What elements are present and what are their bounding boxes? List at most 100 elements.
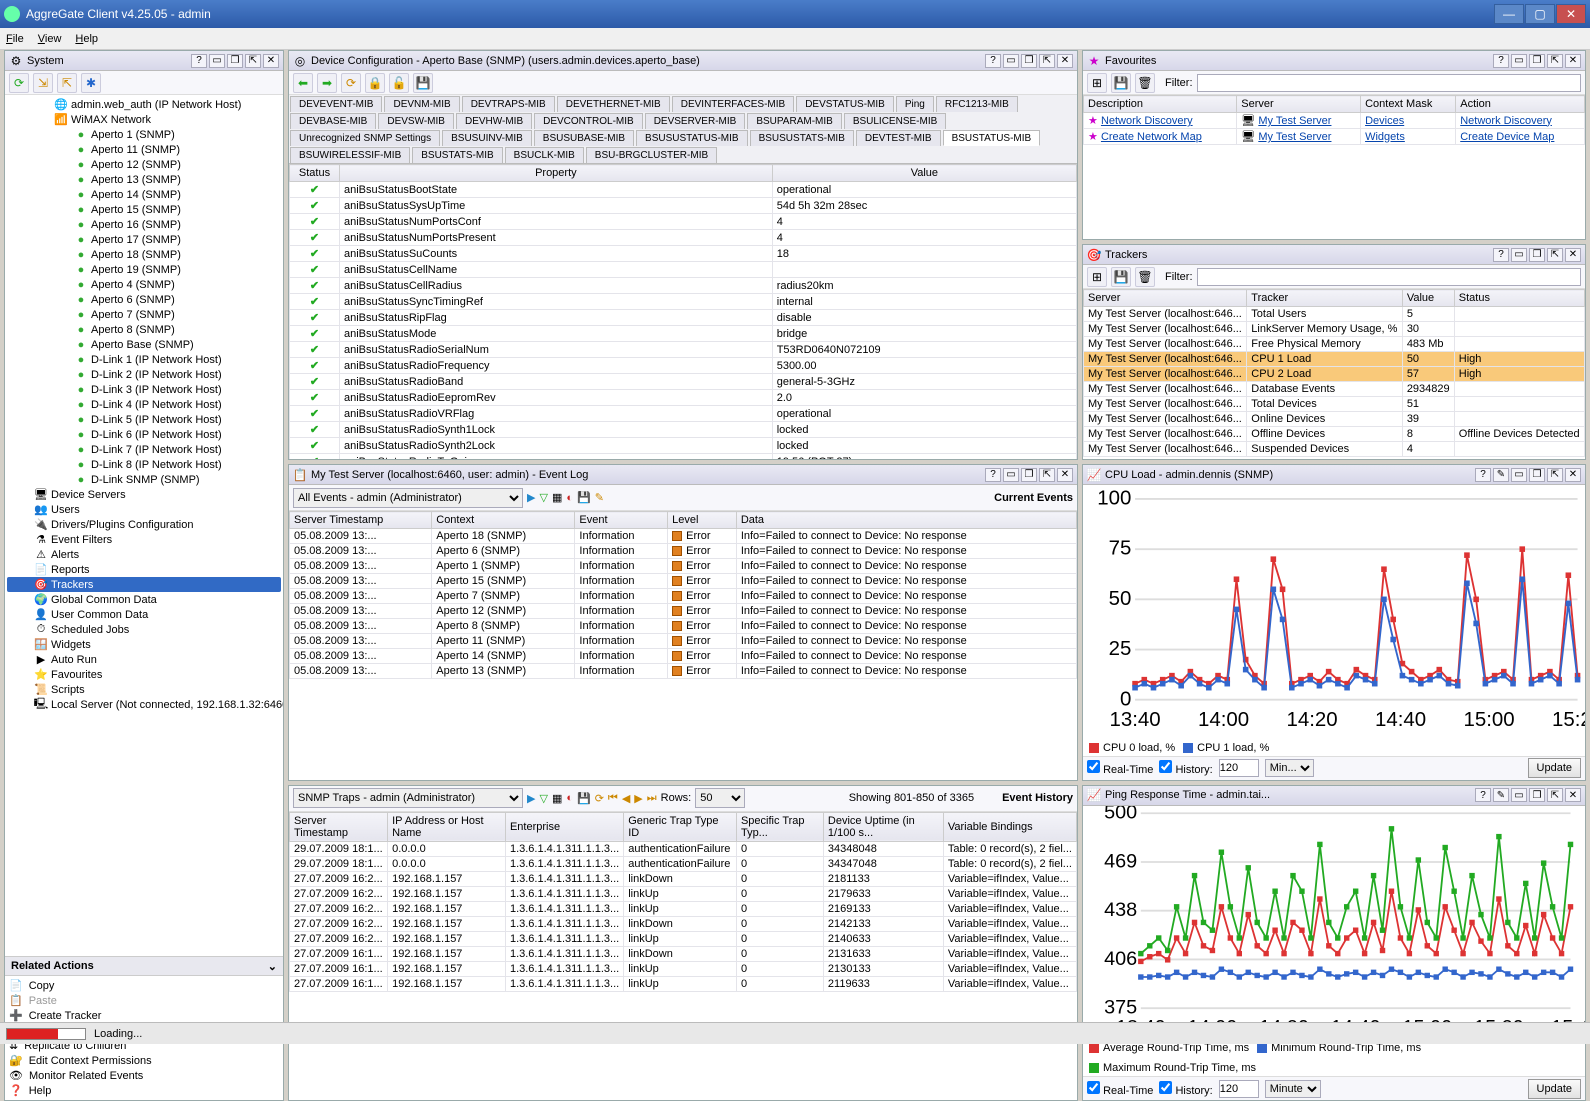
table-row[interactable]: 05.08.2009 13:...Aperto 18 (SNMP)Informa… xyxy=(290,529,1077,544)
expand-icon[interactable]: ⊞ xyxy=(1087,73,1107,93)
table-row[interactable]: 05.08.2009 13:...Aperto 15 (SNMP)Informa… xyxy=(290,574,1077,589)
prev-icon[interactable]: ◀ xyxy=(622,792,630,805)
table-row[interactable]: ✔aniBsuStatusRadioVRFlagoperational xyxy=(290,406,1077,422)
table-row[interactable]: ✔aniBsuStatusCellName xyxy=(290,262,1077,278)
tree-node[interactable]: ●Aperto 7 (SNMP) xyxy=(7,307,281,322)
table-row[interactable]: My Test Server (localhost:646...Total De… xyxy=(1084,397,1585,412)
table-row[interactable]: My Test Server (localhost:646...Database… xyxy=(1084,382,1585,397)
tree-node[interactable]: ●D-Link 6 (IP Network Host) xyxy=(7,427,281,442)
tree-node[interactable]: 🔌Drivers/Plugins Configuration xyxy=(7,517,281,532)
tree-node[interactable]: ●D-Link SNMP (SNMP) xyxy=(7,472,281,487)
tree-node[interactable]: 🖳Local Server (Not connected, 192.168.1.… xyxy=(7,697,281,712)
mib-tab[interactable]: DEVEVENT-MIB xyxy=(290,96,382,112)
tree-node[interactable]: ⚗Event Filters xyxy=(7,532,281,547)
table-row[interactable]: 27.07.2009 16:2...192.168.1.1571.3.6.1.4… xyxy=(290,886,1077,901)
tree-node[interactable]: 📄Reports xyxy=(7,562,281,577)
mib-tab[interactable]: DEVSERVER-MIB xyxy=(645,113,746,129)
window-icon[interactable]: ▭ xyxy=(209,54,225,68)
mib-tab[interactable]: DEVSTATUS-MIB xyxy=(796,96,894,112)
realtime-checkbox[interactable]: Real-Time xyxy=(1087,1081,1153,1097)
col-action[interactable]: Action xyxy=(1456,96,1585,113)
history-checkbox[interactable]: History: xyxy=(1159,760,1212,776)
tree-node[interactable]: ●Aperto 12 (SNMP) xyxy=(7,157,281,172)
edit-icon[interactable]: ✎ xyxy=(1493,468,1509,482)
table-row[interactable]: 05.08.2009 13:...Aperto 12 (SNMP)Informa… xyxy=(290,604,1077,619)
mib-tab[interactable]: DEVTRAPS-MIB xyxy=(462,96,555,112)
tree-node[interactable]: 🌍Global Common Data xyxy=(7,592,281,607)
mib-tab[interactable]: DEVBASE-MIB xyxy=(290,113,376,129)
col-ip[interactable]: IP Address or Host Name xyxy=(388,812,506,841)
chart-icon[interactable]: ◐ xyxy=(566,492,573,504)
table-row[interactable]: My Test Server (localhost:646...Free Phy… xyxy=(1084,337,1585,352)
table-row[interactable]: ✔aniBsuStatusRadioFrequency5300.00 xyxy=(290,358,1077,374)
close-button[interactable]: ✕ xyxy=(1556,4,1586,24)
table-row[interactable]: ✔aniBsuStatusRipFlagdisable xyxy=(290,310,1077,326)
save-icon[interactable]: 💾 xyxy=(413,73,433,93)
tree-node[interactable]: ●Aperto 17 (SNMP) xyxy=(7,232,281,247)
tree-node[interactable]: ●Aperto 16 (SNMP) xyxy=(7,217,281,232)
tree-node[interactable]: ●D-Link 1 (IP Network Host) xyxy=(7,352,281,367)
menu-view[interactable]: View xyxy=(38,33,62,45)
pin-icon[interactable]: ⇱ xyxy=(245,54,261,68)
fav-link[interactable]: Create Network Map xyxy=(1101,131,1202,143)
filter-input[interactable] xyxy=(1197,74,1582,92)
col-desc[interactable]: Description xyxy=(1084,96,1237,113)
edit-icon[interactable]: ✎ xyxy=(1493,788,1509,802)
related-action[interactable]: 📄Copy xyxy=(9,978,279,993)
menu-help[interactable]: Help xyxy=(75,33,98,45)
col-generic-trap[interactable]: Generic Trap Type ID xyxy=(624,812,737,841)
mib-tab[interactable]: BSUPARAM-MIB xyxy=(747,113,842,129)
related-action[interactable]: ❓Help xyxy=(9,1083,279,1098)
tree-node[interactable]: ●Aperto 6 (SNMP) xyxy=(7,292,281,307)
mib-tab[interactable]: BSUSUINV-MIB xyxy=(442,130,532,146)
table-row[interactable]: ★ Network Discovery🖥 My Test ServerDevic… xyxy=(1084,113,1585,129)
table-row[interactable]: 29.07.2009 18:1...0.0.0.01.3.6.1.4.1.311… xyxy=(290,856,1077,871)
table-row[interactable]: 27.07.2009 16:2...192.168.1.1571.3.6.1.4… xyxy=(290,871,1077,886)
history-checkbox[interactable]: History: xyxy=(1159,1081,1212,1097)
event-filter-select[interactable]: All Events - admin (Administrator) xyxy=(293,488,523,508)
table-row[interactable]: ✔aniBsuStatusSyncTimingRefinternal xyxy=(290,294,1077,310)
table-row[interactable]: 27.07.2009 16:2...192.168.1.1571.3.6.1.4… xyxy=(290,901,1077,916)
tree-node[interactable]: ●Aperto 4 (SNMP) xyxy=(7,277,281,292)
col-status[interactable]: Status xyxy=(290,165,340,182)
help-icon[interactable]: ? xyxy=(1475,468,1491,482)
clear-icon[interactable]: ✎ xyxy=(595,491,604,504)
update-button[interactable]: Update xyxy=(1528,1079,1581,1099)
table-row[interactable]: 05.08.2009 13:...Aperto 13 (SNMP)Informa… xyxy=(290,664,1077,679)
maximize-button[interactable]: ▢ xyxy=(1525,4,1555,24)
table-row[interactable]: 29.07.2009 18:1...0.0.0.01.3.6.1.4.1.311… xyxy=(290,841,1077,856)
mib-tab[interactable]: BSUSTATUS-MIB xyxy=(943,130,1041,146)
tree-node[interactable]: ●D-Link 2 (IP Network Host) xyxy=(7,367,281,382)
tree-node[interactable]: ●Aperto 13 (SNMP) xyxy=(7,172,281,187)
period-input[interactable] xyxy=(1219,759,1259,777)
mib-tab[interactable]: BSUSUSTATUS-MIB xyxy=(636,130,748,146)
col-server[interactable]: Server xyxy=(1084,290,1247,307)
tree-node[interactable]: ●D-Link 5 (IP Network Host) xyxy=(7,412,281,427)
help-icon[interactable]: ? xyxy=(1475,788,1491,802)
refresh-icon[interactable]: ⟳ xyxy=(595,792,604,805)
pin-icon[interactable]: ⇱ xyxy=(1547,248,1563,262)
next-icon[interactable]: ▶ xyxy=(634,792,642,805)
col-property[interactable]: Property xyxy=(340,165,773,182)
restore-icon[interactable]: ❐ xyxy=(1529,788,1545,802)
tree-node[interactable]: ●D-Link 8 (IP Network Host) xyxy=(7,457,281,472)
chart-icon[interactable]: ◐ xyxy=(566,792,573,804)
reload-icon[interactable]: ⟳ xyxy=(341,73,361,93)
mib-tab[interactable]: BSUWIRELESSIF-MIB xyxy=(290,147,410,163)
table-row[interactable]: ✔aniBsuStatusRadioBandgeneral-5-3GHz xyxy=(290,374,1077,390)
tree-node[interactable]: ▶Auto Run xyxy=(7,652,281,667)
related-action[interactable]: 👁Monitor Related Events xyxy=(9,1068,279,1083)
help-icon[interactable]: ? xyxy=(985,468,1001,482)
expand-icon[interactable]: ⇲ xyxy=(33,73,53,93)
mib-tab[interactable]: BSUSTATS-MIB xyxy=(412,147,502,163)
mib-tab[interactable]: Ping xyxy=(896,96,934,112)
tree-node[interactable]: ●D-Link 3 (IP Network Host) xyxy=(7,382,281,397)
col-status[interactable]: Status xyxy=(1454,290,1584,307)
mib-tab[interactable]: DEVNM-MIB xyxy=(384,96,459,112)
restore-icon[interactable]: ❐ xyxy=(1021,54,1037,68)
first-icon[interactable]: ⏮ xyxy=(608,792,618,805)
tree-node[interactable]: 🖥Device Servers xyxy=(7,487,281,502)
help-icon[interactable]: ? xyxy=(985,54,1001,68)
delete-icon[interactable]: 🗑 xyxy=(1135,267,1155,287)
fav-link[interactable]: Network Discovery xyxy=(1101,115,1193,127)
